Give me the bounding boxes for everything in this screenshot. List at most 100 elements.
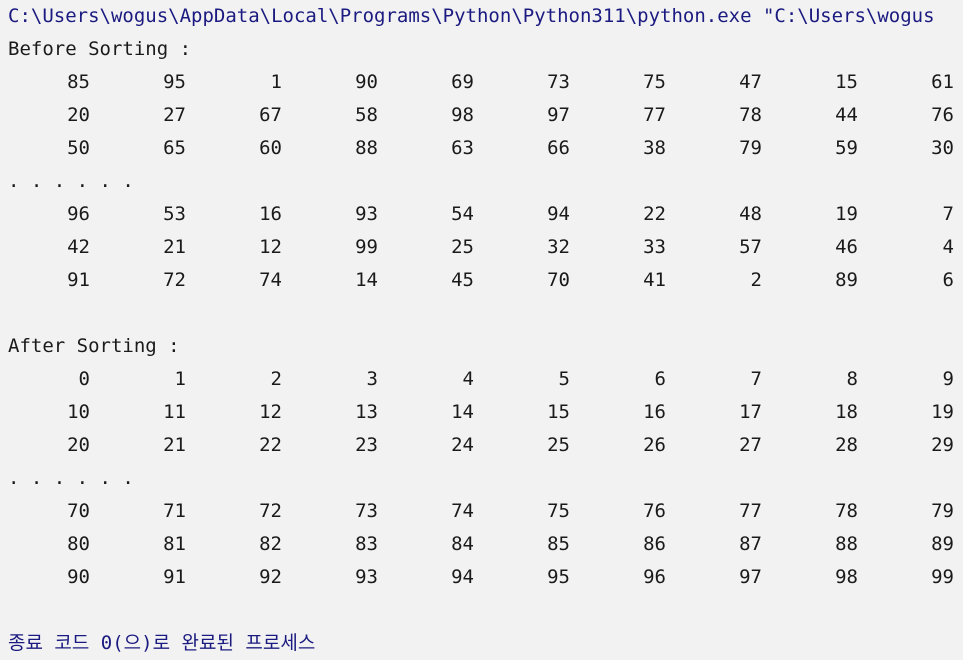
output-value: 45 — [451, 269, 474, 291]
output-value: 63 — [451, 137, 474, 159]
output-value: 58 — [355, 104, 378, 126]
after-sorting-rows: 0 1 2 3 4 5 6 7 8 9 10 11 12 13 14 15 16 17 18 19 20 21 22 23 24… — [8, 363, 963, 462]
output-value: 76 — [931, 104, 954, 126]
output-value: 94 — [547, 203, 570, 225]
output-value: 8 — [846, 368, 858, 390]
output-value: 99 — [931, 566, 954, 588]
output-value: 14 — [355, 269, 378, 291]
after-sorting-label: After Sorting : — [8, 335, 180, 357]
before-sorting-rows: 85 95 1 90 69 73 75 47 15 61 20 27 67 58 98 97 77 78 44 76 5… — [8, 66, 963, 165]
output-value: 59 — [835, 137, 858, 159]
output-value: 89 — [931, 533, 954, 555]
output-value: 42 — [67, 236, 90, 258]
before-sorting-label: Before Sorting : — [8, 38, 192, 60]
output-value: 28 — [835, 434, 858, 456]
output-value: 47 — [739, 71, 762, 93]
output-value: 4 — [462, 368, 474, 390]
output-value: 73 — [355, 500, 378, 522]
output-value: 96 — [67, 203, 90, 225]
output-value: 50 — [67, 137, 90, 159]
output-row: 20 27 67 58 98 97 77 78 44 76 — [8, 99, 963, 132]
output-value: 96 — [643, 566, 666, 588]
output-value: 16 — [259, 203, 282, 225]
output-value: 66 — [547, 137, 570, 159]
output-value: 18 — [835, 401, 858, 423]
output-value: 95 — [547, 566, 570, 588]
output-value: 25 — [451, 236, 474, 258]
output-value: 5 — [558, 368, 570, 390]
after-ellipsis: . . . . . . — [8, 467, 134, 489]
output-value: 76 — [643, 500, 666, 522]
output-value: 29 — [931, 434, 954, 456]
output-value: 44 — [835, 104, 858, 126]
output-value: 61 — [931, 71, 954, 93]
output-value: 85 — [67, 71, 90, 93]
output-value: 38 — [643, 137, 666, 159]
output-value: 20 — [67, 434, 90, 456]
console-output: C:\Users\wogus\AppData\Local\Programs\Py… — [8, 0, 963, 660]
output-value: 6 — [654, 368, 666, 390]
output-value: 12 — [259, 401, 282, 423]
output-value: 90 — [355, 71, 378, 93]
output-row: 0 1 2 3 4 5 6 7 8 9 — [8, 363, 963, 396]
output-row: 91 72 74 14 45 70 41 2 89 6 — [8, 264, 963, 297]
output-value: 1 — [174, 368, 186, 390]
output-row: 96 53 16 93 54 94 22 48 19 7 — [8, 198, 963, 231]
output-value: 10 — [67, 401, 90, 423]
output-value: 23 — [355, 434, 378, 456]
output-value: 3 — [366, 368, 378, 390]
output-value: 73 — [547, 71, 570, 93]
output-value: 0 — [78, 368, 90, 390]
output-value: 83 — [355, 533, 378, 555]
output-value: 9 — [942, 368, 954, 390]
output-value: 21 — [163, 434, 186, 456]
output-row: 90 91 92 93 94 95 96 97 98 99 — [8, 561, 963, 594]
output-value: 19 — [835, 203, 858, 225]
output-value: 13 — [355, 401, 378, 423]
output-value: 24 — [451, 434, 474, 456]
output-row: 10 11 12 13 14 15 16 17 18 19 — [8, 396, 963, 429]
output-value: 48 — [739, 203, 762, 225]
output-value: 54 — [451, 203, 474, 225]
output-value: 97 — [547, 104, 570, 126]
output-value: 4 — [942, 236, 954, 258]
output-value: 27 — [739, 434, 762, 456]
output-value: 82 — [259, 533, 282, 555]
output-value: 6 — [942, 269, 954, 291]
output-value: 70 — [547, 269, 570, 291]
output-value: 78 — [739, 104, 762, 126]
output-value: 75 — [547, 500, 570, 522]
output-value: 65 — [163, 137, 186, 159]
before-ellipsis: . . . . . . — [8, 170, 134, 192]
output-value: 91 — [163, 566, 186, 588]
output-value: 41 — [643, 269, 666, 291]
output-value: 98 — [835, 566, 858, 588]
output-value: 17 — [739, 401, 762, 423]
output-value: 57 — [739, 236, 762, 258]
output-value: 21 — [163, 236, 186, 258]
output-value: 33 — [643, 236, 666, 258]
output-value: 74 — [451, 500, 474, 522]
output-value: 15 — [835, 71, 858, 93]
output-value: 26 — [643, 434, 666, 456]
output-value: 81 — [163, 533, 186, 555]
output-value: 32 — [547, 236, 570, 258]
output-value: 7 — [750, 368, 762, 390]
output-value: 90 — [67, 566, 90, 588]
output-value: 94 — [451, 566, 474, 588]
output-row: 70 71 72 73 74 75 76 77 78 79 — [8, 495, 963, 528]
output-value: 30 — [931, 137, 954, 159]
output-value: 91 — [67, 269, 90, 291]
output-value: 85 — [547, 533, 570, 555]
output-value: 88 — [355, 137, 378, 159]
before-sorting-rows-tail: 96 53 16 93 54 94 22 48 19 7 42 21 12 99 25 32 33 57 46 4 91… — [8, 198, 963, 297]
output-value: 79 — [739, 137, 762, 159]
output-value: 70 — [67, 500, 90, 522]
output-value: 84 — [451, 533, 474, 555]
output-value: 25 — [547, 434, 570, 456]
output-value: 98 — [451, 104, 474, 126]
output-value: 78 — [835, 500, 858, 522]
output-value: 80 — [67, 533, 90, 555]
